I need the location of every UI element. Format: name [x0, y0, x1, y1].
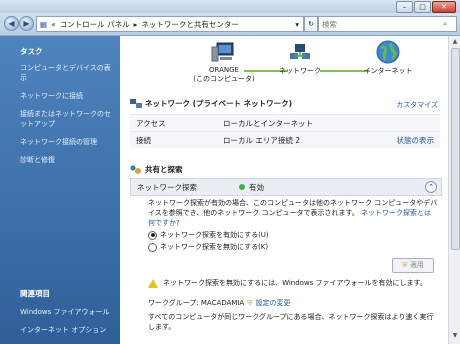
workgroup-description: すべてのコンピュータが同じワークグループにある場合、ネットワーク探索はより速く実… [148, 313, 434, 331]
network-section: ネットワーク (プライベート ネットワーク) カスタマイズ アクセス ローカルと… [130, 98, 440, 148]
minimize-button[interactable]: – [396, 1, 413, 13]
search-icon[interactable]: ⌕ [443, 19, 447, 29]
workgroup-row: ワークグループ: MACADAMIA ⛨ 設定の変更 [148, 298, 438, 308]
network-properties: アクセス ローカルとインターネット 接続 ローカル エリア接続 2 状態の表示 [130, 114, 440, 148]
scroll-thumb[interactable] [451, 48, 460, 250]
row-value: ローカルとインターネット [223, 118, 313, 128]
network-map: ORANGE (このコンピュータ) ネットワーク インターネット [120, 36, 448, 96]
apply-label: 適用 [409, 261, 424, 269]
breadcrumb-control-panel[interactable]: コントロール パネル [60, 19, 130, 30]
sidebar-item-setup[interactable]: 接続またはネットワークのセットアップ [0, 101, 120, 129]
globe-icon [376, 40, 400, 64]
radio-disable-discovery[interactable]: ネットワーク探索を無効にする(K) [148, 242, 268, 252]
apply-button[interactable]: ⛨ 適用 [392, 258, 434, 273]
firewall-warning: ネットワーク探索を無効にするには、Windows ファイアウォールを有効にします… [148, 278, 438, 288]
network-icon [290, 44, 310, 59]
back-arrow-icon[interactable]: ◀ [4, 16, 19, 31]
table-row: 接続 ローカル エリア接続 2 状態の表示 [130, 131, 440, 148]
workgroup-label: ワークグループ: MACADAMIA [148, 299, 245, 307]
discovery-description: ネットワーク探索が有効の場合、このコンピュータは他のネットワーク コンピュータや… [148, 198, 438, 228]
network-title: ネットワーク (プライベート ネットワーク) [145, 99, 293, 108]
radio-on-icon[interactable] [148, 230, 157, 240]
related-heading: 関連項目 [20, 289, 50, 298]
sidebar-item-manage[interactable]: ネットワーク接続の管理 [0, 129, 120, 147]
main-panel: ORANGE (このコンピュータ) ネットワーク インターネット ネットワーク … [120, 36, 448, 344]
internet-node[interactable]: インターネット [358, 40, 418, 76]
shield-icon: ⛨ [247, 298, 253, 307]
internet-label: インターネット [363, 67, 413, 75]
change-settings-link[interactable]: 設定の変更 [255, 298, 290, 308]
sidebar-item-connect[interactable]: ネットワークに接続 [0, 83, 120, 101]
address-row: ◀ ▶ ▦ « コントロール パネル ▸ ネットワークと共有センター ▾ ↻ ⌕ [0, 13, 460, 36]
refresh-icon[interactable]: ↻ [304, 16, 318, 32]
warning-text: ネットワーク探索を無効にするには、Windows ファイアウォールを有効にします… [163, 279, 427, 287]
view-status-link[interactable]: 状態の表示 [397, 135, 435, 146]
address-bar[interactable]: ▦ « コントロール パネル ▸ ネットワークと共有センター ▾ [36, 16, 304, 32]
search-input[interactable] [319, 19, 443, 29]
breadcrumb-overflow[interactable]: « [51, 20, 56, 29]
task-sidebar: タスク コンピュータとデバイスの表示 ネットワークに接続 接続またはネットワーク… [0, 36, 120, 344]
row-key: アクセス [136, 118, 166, 128]
computer-icon [211, 42, 234, 62]
radio-enable-label[interactable]: ネットワーク探索を有効にする(U) [160, 230, 269, 240]
discovery-label: ネットワーク探索 [137, 182, 197, 192]
collapse-chevron-icon[interactable]: ⌃ [425, 181, 437, 193]
scroll-up-icon[interactable]: ▲ [451, 38, 459, 46]
sharing-icon [130, 165, 141, 174]
sidebar-item-diagnose[interactable]: 診断と修復 [0, 147, 120, 165]
address-dropdown-icon[interactable]: ▾ [295, 20, 299, 29]
sharing-section-title: 共有と探索 [130, 164, 440, 175]
title-bar: – □ ✕ [0, 0, 460, 13]
enabled-status-icon [239, 184, 245, 190]
warning-icon [148, 278, 158, 288]
sidebar-heading: タスク [20, 47, 43, 56]
related-item-internet-options[interactable]: インターネット オプション [0, 317, 120, 335]
window-controls: – □ ✕ [396, 1, 456, 13]
discovery-state: 有効 [249, 182, 264, 192]
related-item-firewall[interactable]: Windows ファイアウォール [0, 299, 120, 317]
customize-link[interactable]: カスタマイズ [396, 100, 438, 110]
breadcrumb-separator[interactable]: ▸ [134, 20, 138, 29]
network-discovery-row[interactable]: ネットワーク探索 有効 ⌃ [130, 178, 442, 196]
computer-node[interactable]: ORANGE (このコンピュータ) [190, 42, 258, 84]
shield-icon: ⛨ [402, 261, 408, 269]
related-section: 関連項目 Windows ファイアウォール インターネット オプション [0, 288, 120, 335]
sharing-title: 共有と探索 [145, 165, 183, 174]
scroll-down-icon[interactable]: ▼ [451, 332, 459, 340]
forward-arrow-icon[interactable]: ▶ [19, 16, 34, 31]
maximize-button[interactable]: □ [414, 1, 431, 13]
control-panel-icon: ▦ [40, 19, 48, 29]
search-box[interactable]: ⌕ [318, 16, 457, 32]
radio-off-icon[interactable] [148, 242, 157, 252]
row-key: 接続 [136, 135, 151, 145]
computer-caption: (このコンピュータ) [193, 75, 255, 83]
table-row: アクセス ローカルとインターネット [130, 114, 440, 131]
breadcrumb-network-center[interactable]: ネットワークと共有センター [141, 19, 239, 30]
sidebar-item-view-devices[interactable]: コンピュータとデバイスの表示 [0, 57, 120, 83]
radio-disable-label[interactable]: ネットワーク探索を無効にする(K) [160, 242, 268, 252]
network-small-icon [130, 98, 142, 108]
vertical-scrollbar[interactable]: ▲ ▼ [448, 36, 460, 344]
close-button[interactable]: ✕ [432, 1, 456, 13]
network-section-title: ネットワーク (プライベート ネットワーク) [130, 98, 440, 109]
radio-enable-discovery[interactable]: ネットワーク探索を有効にする(U) [148, 230, 269, 240]
row-value: ローカル エリア接続 2 [223, 135, 301, 145]
